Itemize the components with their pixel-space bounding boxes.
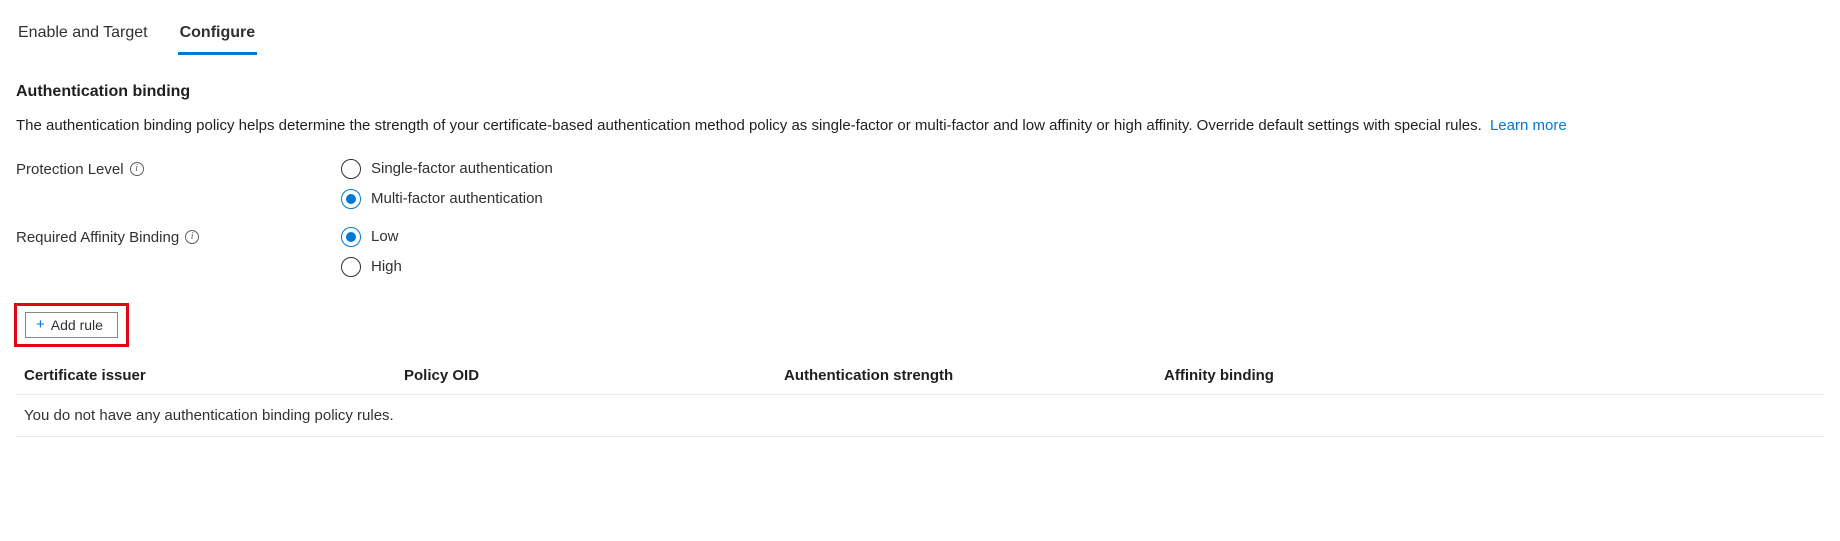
col-auth-strength[interactable]: Authentication strength xyxy=(784,367,1164,384)
section-heading: Authentication binding xyxy=(16,83,1824,101)
table-empty-message: You do not have any authentication bindi… xyxy=(16,395,1824,437)
tab-configure[interactable]: Configure xyxy=(178,16,258,55)
add-rule-button[interactable]: + Add rule xyxy=(25,312,118,338)
affinity-binding-label-text: Required Affinity Binding xyxy=(16,229,179,246)
info-icon[interactable]: i xyxy=(130,162,144,176)
radio-circle xyxy=(341,227,361,247)
tabs: Enable and Target Configure xyxy=(16,16,1824,55)
affinity-binding-row: Required Affinity Binding i Low High xyxy=(16,227,1824,277)
protection-level-radio-group: Single-factor authentication Multi-facto… xyxy=(341,159,553,209)
rules-table: Certificate issuer Policy OID Authentica… xyxy=(16,359,1824,437)
radio-single-factor[interactable]: Single-factor authentication xyxy=(341,159,553,179)
radio-circle xyxy=(341,189,361,209)
col-certificate-issuer[interactable]: Certificate issuer xyxy=(24,367,404,384)
radio-label: Low xyxy=(371,228,399,245)
col-affinity-binding[interactable]: Affinity binding xyxy=(1164,367,1544,384)
description-text: The authentication binding policy helps … xyxy=(16,117,1482,134)
add-rule-highlight: + Add rule xyxy=(14,303,129,347)
table-header: Certificate issuer Policy OID Authentica… xyxy=(16,359,1824,395)
radio-circle xyxy=(341,257,361,277)
radio-low-affinity[interactable]: Low xyxy=(341,227,402,247)
radio-multi-factor[interactable]: Multi-factor authentication xyxy=(341,189,553,209)
radio-high-affinity[interactable]: High xyxy=(341,257,402,277)
affinity-radio-group: Low High xyxy=(341,227,402,277)
affinity-binding-label: Required Affinity Binding i xyxy=(16,227,341,246)
radio-label: Multi-factor authentication xyxy=(371,190,543,207)
protection-level-label-text: Protection Level xyxy=(16,161,124,178)
add-rule-label: Add rule xyxy=(51,317,103,333)
plus-icon: + xyxy=(36,317,45,332)
info-icon[interactable]: i xyxy=(185,230,199,244)
tab-enable-and-target[interactable]: Enable and Target xyxy=(16,16,150,55)
radio-label: High xyxy=(371,258,402,275)
learn-more-link[interactable]: Learn more xyxy=(1490,117,1567,134)
col-policy-oid[interactable]: Policy OID xyxy=(404,367,784,384)
radio-circle xyxy=(341,159,361,179)
radio-label: Single-factor authentication xyxy=(371,160,553,177)
protection-level-label: Protection Level i xyxy=(16,159,341,178)
section-description: The authentication binding policy helps … xyxy=(16,115,1824,137)
protection-level-row: Protection Level i Single-factor authent… xyxy=(16,159,1824,209)
